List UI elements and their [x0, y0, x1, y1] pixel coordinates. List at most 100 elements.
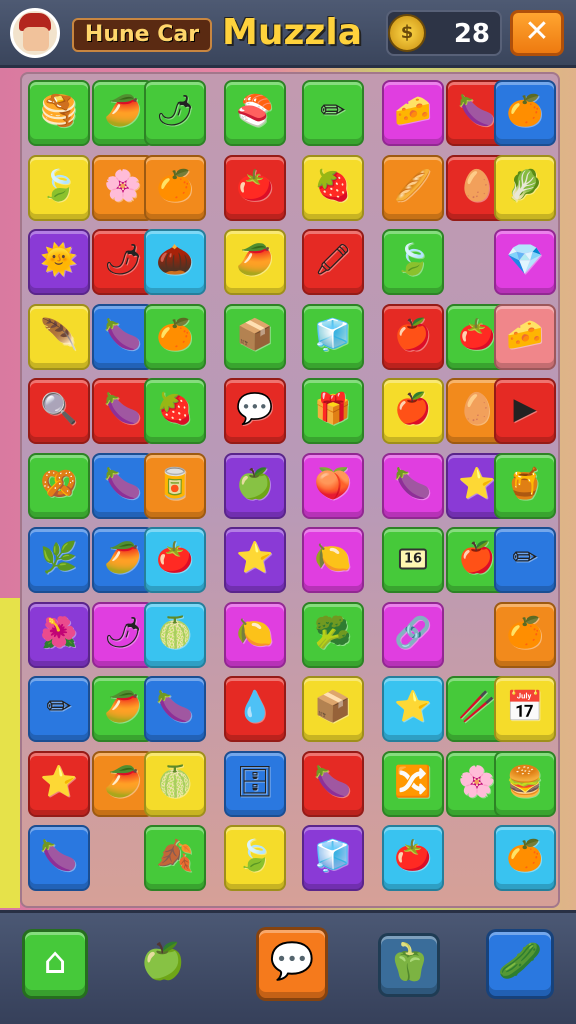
- tile[interactable]: 🍈: [144, 750, 206, 817]
- tile[interactable]: 💧: [224, 676, 286, 742]
- tile[interactable]: 🍊: [494, 80, 556, 146]
- tile[interactable]: 🍃: [224, 825, 286, 891]
- tile[interactable]: 🍆: [302, 750, 364, 817]
- tile[interactable]: 🧊: [302, 303, 364, 370]
- water-drop-icon: 💧: [236, 689, 274, 725]
- pretzel-icon: 🥨: [40, 466, 78, 501]
- tile[interactable]: 🔀: [382, 750, 444, 817]
- pencil-icon: ✏: [512, 540, 538, 576]
- chestnut-icon: 🌰: [156, 242, 194, 278]
- berry-icon: 🍓: [314, 168, 352, 203]
- tile[interactable]: 16: [382, 527, 444, 593]
- tile[interactable]: 🍊: [494, 601, 556, 668]
- tile[interactable]: 🍊: [494, 825, 556, 891]
- tile[interactable]: 🍆: [144, 676, 206, 742]
- tile[interactable]: 🍓: [302, 154, 364, 221]
- tile[interactable]: ▶: [494, 378, 556, 444]
- tile[interactable]: 🍊: [144, 303, 206, 370]
- pepper-icon: 🌶: [155, 93, 195, 129]
- tile[interactable]: 🍅: [224, 154, 286, 221]
- speech-bubble-icon: 💬: [236, 391, 274, 427]
- coin-count: 28: [453, 19, 490, 49]
- tile[interactable]: 🍆: [28, 825, 90, 891]
- tile[interactable]: 🍅: [382, 825, 444, 891]
- tile[interactable]: 🎁: [302, 378, 364, 444]
- peach-icon: 🍑: [314, 466, 352, 501]
- tile[interactable]: 🍃: [28, 154, 90, 221]
- boost-button[interactable]: 🥒: [486, 929, 554, 999]
- tile[interactable]: 🍅: [144, 527, 206, 593]
- tile[interactable]: 🗄: [224, 750, 286, 817]
- tile[interactable]: ⭐: [224, 527, 286, 593]
- tile[interactable]: ✏: [28, 676, 90, 742]
- tile[interactable]: 🥖: [382, 154, 444, 221]
- tile[interactable]: 💬: [224, 378, 286, 444]
- tile[interactable]: 🍏: [224, 452, 286, 519]
- tile[interactable]: 🍣: [224, 80, 286, 146]
- close-button[interactable]: ✕: [510, 10, 564, 56]
- flower-icon: 🌸: [458, 764, 496, 799]
- melon-icon: 🍈: [156, 615, 194, 650]
- tile[interactable]: 🧊: [302, 825, 364, 891]
- tile[interactable]: 🍈: [144, 601, 206, 668]
- tile[interactable]: 🌰: [144, 229, 206, 295]
- tile[interactable]: 🖍: [302, 229, 364, 295]
- cheese-icon: 🧀: [506, 317, 544, 352]
- tile[interactable]: 🥨: [28, 452, 90, 519]
- orange-icon: 🍊: [156, 168, 194, 203]
- tile[interactable]: 🧀: [382, 80, 444, 146]
- speech-bubble-icon: 💬: [269, 941, 315, 983]
- play-icon: ▶: [513, 391, 537, 427]
- pepper-button[interactable]: 🫑: [378, 933, 440, 997]
- tile[interactable]: ⭐: [28, 750, 90, 817]
- tile[interactable]: 🌺: [28, 601, 90, 668]
- tile[interactable]: 🍎: [382, 303, 444, 370]
- tile[interactable]: 🍆: [382, 452, 444, 519]
- tile[interactable]: 📅: [494, 676, 556, 742]
- tile[interactable]: 📦: [302, 676, 364, 742]
- feather-icon: 🪶: [40, 317, 78, 352]
- eggplant-icon: 🍆: [458, 93, 496, 129]
- tile[interactable]: 🥦: [302, 601, 364, 668]
- tile[interactable]: 🍊: [144, 154, 206, 221]
- tile[interactable]: 🥭: [224, 229, 286, 295]
- tile[interactable]: ✏: [302, 80, 364, 146]
- pipe-icon: 🔀: [394, 764, 432, 799]
- tile[interactable]: 🧀: [494, 303, 556, 370]
- tile[interactable]: ⭐: [382, 676, 444, 742]
- tile[interactable]: 🪶: [28, 303, 90, 370]
- tile[interactable]: 🌿: [28, 527, 90, 593]
- home-button[interactable]: ⌂: [22, 929, 88, 999]
- tile[interactable]: 🍔: [494, 750, 556, 817]
- tile[interactable]: ✏: [494, 527, 556, 593]
- fruit-button[interactable]: 🍏: [138, 937, 188, 991]
- tile[interactable]: 🍓: [144, 378, 206, 444]
- cucumber-icon: 🥒: [497, 941, 543, 983]
- tile[interactable]: 💎: [494, 229, 556, 295]
- tile[interactable]: 🔍: [28, 378, 90, 444]
- tile[interactable]: 🍎: [382, 378, 444, 444]
- star-icon: ⭐: [40, 764, 78, 799]
- cube-icon: 🧊: [314, 838, 352, 874]
- orange-icon: 🍊: [506, 615, 544, 650]
- sushi-icon: 🍣: [236, 93, 274, 129]
- tile[interactable]: 🍑: [302, 452, 364, 519]
- tile[interactable]: 🥬: [494, 154, 556, 221]
- tile[interactable]: 🌶: [144, 80, 206, 146]
- flower-icon: 🌸: [104, 168, 142, 203]
- pepper-icon: 🌶: [103, 242, 143, 278]
- tile[interactable]: 🔗: [382, 601, 444, 668]
- player-avatar[interactable]: [10, 8, 60, 58]
- tile[interactable]: 🥫: [144, 452, 206, 519]
- tile[interactable]: 🍋: [224, 601, 286, 668]
- tile[interactable]: 🍋: [302, 527, 364, 593]
- tile[interactable]: 🍃: [382, 229, 444, 295]
- tile[interactable]: 🥞: [28, 80, 90, 146]
- tile[interactable]: 🍯: [494, 452, 556, 519]
- tile[interactable]: 🍂: [144, 825, 206, 891]
- pepper-icon: 🫑: [386, 942, 432, 984]
- tile[interactable]: 🌞: [28, 229, 90, 295]
- hint-button[interactable]: 💬: [256, 927, 328, 1001]
- tile[interactable]: 📦: [224, 303, 286, 370]
- chain-icon: 🔗: [394, 615, 432, 650]
